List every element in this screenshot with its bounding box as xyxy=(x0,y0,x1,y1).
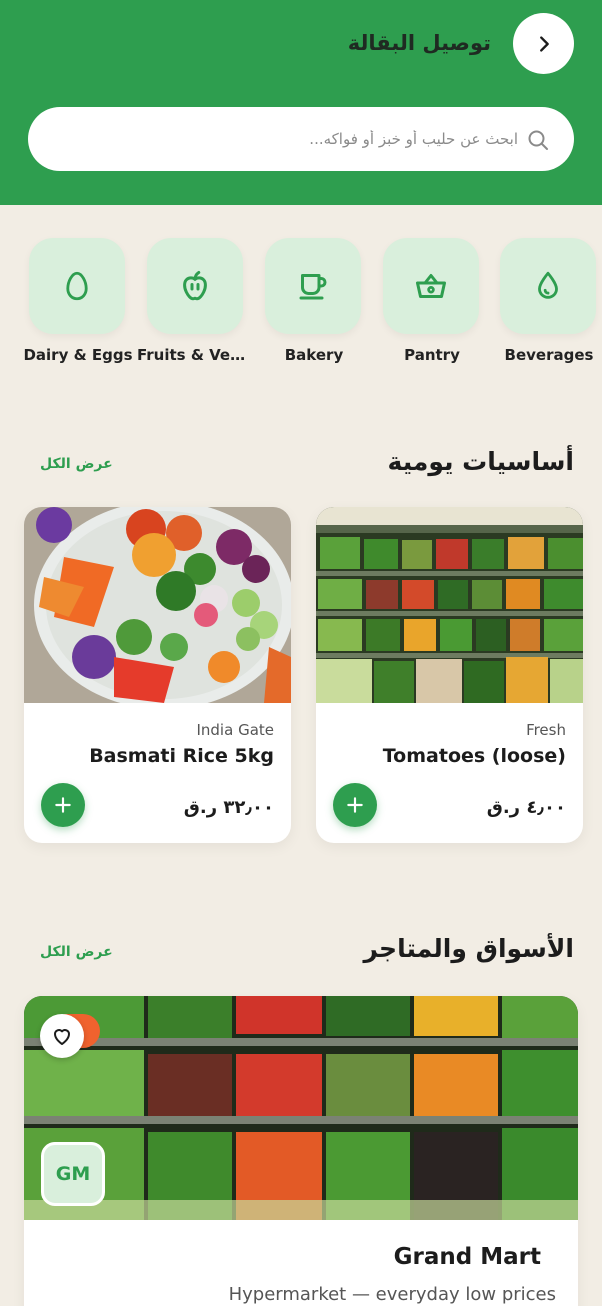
apple-icon xyxy=(183,271,207,301)
product-brand: India Gate xyxy=(196,721,274,739)
product-price: ٤٫٠٠ ر.ق xyxy=(486,797,566,818)
store-image xyxy=(24,996,578,1220)
see-all-essentials-link[interactable]: عرض الكل xyxy=(40,452,113,476)
plus-icon xyxy=(55,797,71,813)
section-title-essentials: أساسيات يومية xyxy=(387,447,574,476)
store-logo: GM xyxy=(41,1142,105,1206)
product-image xyxy=(24,507,291,703)
egg-icon xyxy=(66,271,88,301)
back-button[interactable] xyxy=(513,13,574,74)
category-tile xyxy=(29,238,125,334)
category-tile xyxy=(500,238,596,334)
category-pantry[interactable]: Pantry xyxy=(383,238,481,364)
category-label: Fruits & Vegetables xyxy=(137,346,255,364)
search-bar[interactable] xyxy=(28,107,574,171)
category-bakery[interactable]: Bakery xyxy=(265,238,363,364)
store-subtitle: Hypermarket — everyday low prices xyxy=(228,1284,556,1305)
heart-icon xyxy=(54,1029,70,1045)
page-title: توصيل البقالة xyxy=(347,31,491,55)
category-beverages[interactable]: Beverages xyxy=(500,238,598,364)
see-all-stores-link[interactable]: عرض الكل xyxy=(40,940,113,964)
product-price: ٣٢٫٠٠ ر.ق xyxy=(183,797,274,818)
chevron-right-icon xyxy=(539,35,549,52)
product-brand: Fresh xyxy=(526,721,566,739)
section-title-stores: الأسواق والمتاجر xyxy=(363,934,575,963)
product-card[interactable]: India Gate Basmati Rice 5kg ٣٢٫٠٠ ر.ق xyxy=(24,507,291,843)
category-label: Bakery xyxy=(284,346,344,364)
add-to-cart-button[interactable] xyxy=(41,783,85,827)
store-name: Grand Mart xyxy=(393,1244,541,1270)
category-label: Pantry xyxy=(404,346,460,364)
category-tile xyxy=(265,238,361,334)
search-icon xyxy=(528,130,548,150)
product-card[interactable]: Fresh Tomatoes (loose) ٤٫٠٠ ر.ق xyxy=(316,507,583,843)
category-label: Beverages xyxy=(504,346,594,364)
plus-icon xyxy=(347,797,363,813)
basket-icon xyxy=(416,274,446,298)
category-label: Dairy & Eggs xyxy=(23,346,133,364)
category-tile xyxy=(383,238,479,334)
add-to-cart-button[interactable] xyxy=(333,783,377,827)
category-tile xyxy=(147,238,243,334)
product-name: Basmati Rice 5kg xyxy=(89,745,274,767)
drop-icon xyxy=(538,271,558,299)
favorite-button[interactable] xyxy=(40,1014,84,1058)
app-header: توصيل البقالة xyxy=(0,0,602,205)
search-input[interactable] xyxy=(52,107,518,171)
product-image xyxy=(316,507,583,703)
store-card[interactable]: GM Grand Mart Hypermarket — everyday low… xyxy=(24,996,578,1306)
category-dairy-eggs[interactable]: Dairy & Eggs xyxy=(23,238,133,364)
cup-icon xyxy=(299,274,327,300)
category-fruits-vegetables[interactable]: Fruits & Vegetables xyxy=(137,238,255,364)
product-name: Tomatoes (loose) xyxy=(382,745,566,767)
